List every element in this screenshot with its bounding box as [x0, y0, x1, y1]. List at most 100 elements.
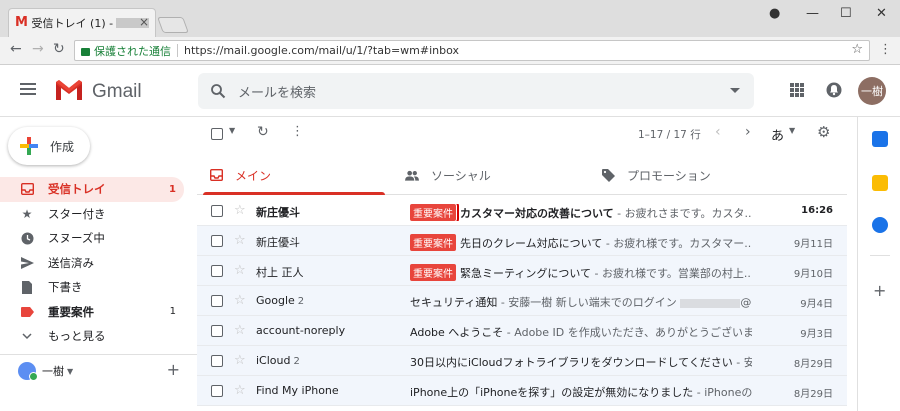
select-all-checkbox[interactable] — [211, 128, 223, 140]
email-row[interactable]: ☆ 村上 正人 重要案件 緊急ミーティングについて - お疲れ様です。営業部の村上… — [197, 256, 847, 286]
sidebar-item-snoozed[interactable]: スヌーズ中 — [0, 226, 184, 251]
keep-icon[interactable] — [872, 175, 888, 191]
sidebar-item-inbox[interactable]: 受信トレイ 1 — [0, 177, 184, 202]
redacted-email — [680, 298, 741, 308]
tab-primary[interactable]: メイン — [209, 155, 271, 195]
url-text[interactable]: https://mail.google.com/mail/u/1/?tab=wm… — [184, 44, 459, 57]
select-dropdown-icon[interactable]: ▼ — [229, 126, 235, 135]
settings-gear-icon[interactable]: ⚙ — [817, 123, 830, 141]
tab-label: プロモーション — [627, 168, 711, 183]
tab-promotions[interactable]: プロモーション — [601, 155, 711, 195]
sidebar-item-more[interactable]: もっと見る — [0, 324, 184, 349]
inbox-icon — [20, 182, 34, 196]
email-date: 9月10日 — [793, 269, 833, 280]
sidebar-item-important-cases[interactable]: 重要案件 1 — [0, 300, 184, 325]
category-tabs: メイン ソーシャル プロモーション — [197, 155, 847, 195]
row-checkbox[interactable] — [211, 325, 223, 337]
inbox-icon — [209, 168, 223, 182]
tab-close-icon[interactable]: × — [139, 15, 149, 29]
row-checkbox[interactable] — [211, 385, 223, 397]
email-date: 8月29日 — [793, 389, 833, 400]
compose-button[interactable]: 作成 — [8, 127, 90, 165]
browser-titlebar: 受信トレイ (1) - × ● — ☐ ✕ — [0, 0, 900, 37]
maximize-button[interactable]: ☐ — [840, 6, 852, 21]
bookmark-star-icon[interactable]: ☆ — [851, 42, 863, 57]
sidebar-item-drafts[interactable]: 下書き — [0, 275, 184, 300]
new-tab-button[interactable] — [157, 17, 189, 33]
email-sender: 新庄優斗 — [256, 206, 300, 219]
sidebar-item-sent[interactable]: 送信済み — [0, 251, 184, 276]
user-caret-icon[interactable]: ▼ — [67, 367, 73, 376]
sidebar-item-starred[interactable]: ★ スター付き — [0, 202, 184, 227]
email-snippet: - お疲れ様です。カスタマー... — [602, 237, 752, 250]
browser-tab-inbox[interactable]: 受信トレイ (1) - × — [8, 8, 156, 37]
email-subject: カスタマー対応の改善について — [460, 207, 614, 220]
row-checkbox[interactable] — [211, 235, 223, 247]
newer-page-icon[interactable]: › — [745, 124, 751, 140]
tasks-icon[interactable] — [872, 217, 888, 233]
forward-icon[interactable]: → — [32, 41, 44, 57]
star-icon[interactable]: ☆ — [234, 233, 246, 248]
row-checkbox[interactable] — [211, 265, 223, 277]
gmail-logo-icon[interactable] — [54, 79, 84, 101]
apps-grid-icon[interactable] — [790, 83, 804, 97]
close-window-button[interactable]: ✕ — [876, 6, 887, 21]
addons-side-panel: + — [857, 117, 900, 411]
email-row[interactable]: ☆ Find My iPhone iPhone上の「iPhoneを探す」の設定が… — [197, 376, 847, 406]
clock-icon — [20, 231, 34, 245]
label-chip[interactable]: 重要案件 — [410, 264, 456, 281]
email-subject: 先日のクレーム対応について — [460, 237, 603, 250]
thread-count: 2 — [293, 356, 300, 367]
row-checkbox[interactable] — [211, 205, 223, 217]
tab-social[interactable]: ソーシャル — [405, 155, 491, 195]
main-menu-icon[interactable] — [20, 83, 36, 98]
email-subject-line: 重要案件 緊急ミーティングについて - お疲れ様です。営業部の村上... — [410, 264, 752, 281]
search-input[interactable]: メールを検索 — [238, 82, 316, 101]
notifications-icon[interactable] — [826, 81, 842, 99]
star-icon[interactable]: ☆ — [234, 383, 246, 398]
account-icon[interactable]: ● — [769, 6, 780, 21]
label-chip[interactable]: 重要案件 — [410, 204, 459, 221]
star-icon[interactable]: ☆ — [234, 203, 246, 218]
star-icon[interactable]: ☆ — [234, 263, 246, 278]
star-icon[interactable]: ☆ — [234, 293, 246, 308]
tab-label: ソーシャル — [431, 168, 491, 183]
email-row[interactable]: ☆ 新庄優斗 重要案件 カスタマー対応の改善について - お疲れさまです。カスタ.… — [197, 196, 847, 226]
hangouts-user[interactable]: 一樹 ▼ + — [18, 360, 188, 381]
search-icon[interactable] — [210, 83, 226, 99]
row-checkbox[interactable] — [211, 295, 223, 307]
label-chip[interactable]: 重要案件 — [410, 234, 456, 251]
email-list: ☆ 新庄優斗 重要案件 カスタマー対応の改善について - お疲れさまです。カスタ.… — [197, 196, 847, 406]
input-tools-button[interactable]: あ — [771, 125, 784, 144]
browser-menu-icon[interactable]: ⋮ — [879, 42, 892, 57]
email-row[interactable]: ☆ account-noreply Adobe へようこそ - Adobe ID… — [197, 316, 847, 346]
older-page-icon[interactable]: ‹ — [715, 124, 721, 140]
email-snippet: - 安... — [736, 356, 752, 369]
email-subject: 緊急ミーティングについて — [460, 267, 592, 280]
minimize-button[interactable]: — — [806, 6, 819, 21]
email-date: 8月29日 — [793, 359, 833, 370]
add-addon-icon[interactable]: + — [873, 281, 886, 300]
email-snippet-tail: @... — [740, 296, 752, 309]
back-icon[interactable]: ← — [10, 41, 22, 57]
email-row[interactable]: ☆ Google2 セキュリティ通知 - 安藤一樹 新しい端末でのログイン @.… — [197, 286, 847, 316]
email-row[interactable]: ☆ 新庄優斗 重要案件 先日のクレーム対応について - お疲れ様です。カスタマー.… — [197, 226, 847, 256]
add-contact-icon[interactable]: + — [167, 360, 180, 379]
search-options-icon[interactable] — [730, 88, 740, 93]
email-sender: Find My iPhone — [256, 384, 339, 397]
search-bar[interactable]: メールを検索 — [198, 73, 754, 109]
input-tools-caret-icon[interactable]: ▼ — [789, 126, 795, 135]
account-avatar[interactable]: 一樹 — [858, 77, 886, 105]
reload-icon[interactable]: ↻ — [53, 41, 65, 57]
sidebar-divider — [0, 354, 197, 355]
more-options-icon[interactable]: ⋮ — [291, 124, 304, 139]
star-icon[interactable]: ☆ — [234, 323, 246, 338]
star-icon[interactable]: ☆ — [234, 353, 246, 368]
compose-label: 作成 — [50, 139, 75, 154]
address-bar[interactable]: 保護された通信 https://mail.google.com/mail/u/1… — [74, 40, 870, 61]
refresh-icon[interactable]: ↻ — [257, 124, 269, 140]
row-checkbox[interactable] — [211, 355, 223, 367]
calendar-icon[interactable] — [872, 131, 888, 147]
email-row[interactable]: ☆ iCloud 2 30日以内にiCloudフォトライブラリをダウンロードしてく… — [197, 346, 847, 376]
email-sender: 新庄優斗 — [256, 236, 300, 249]
